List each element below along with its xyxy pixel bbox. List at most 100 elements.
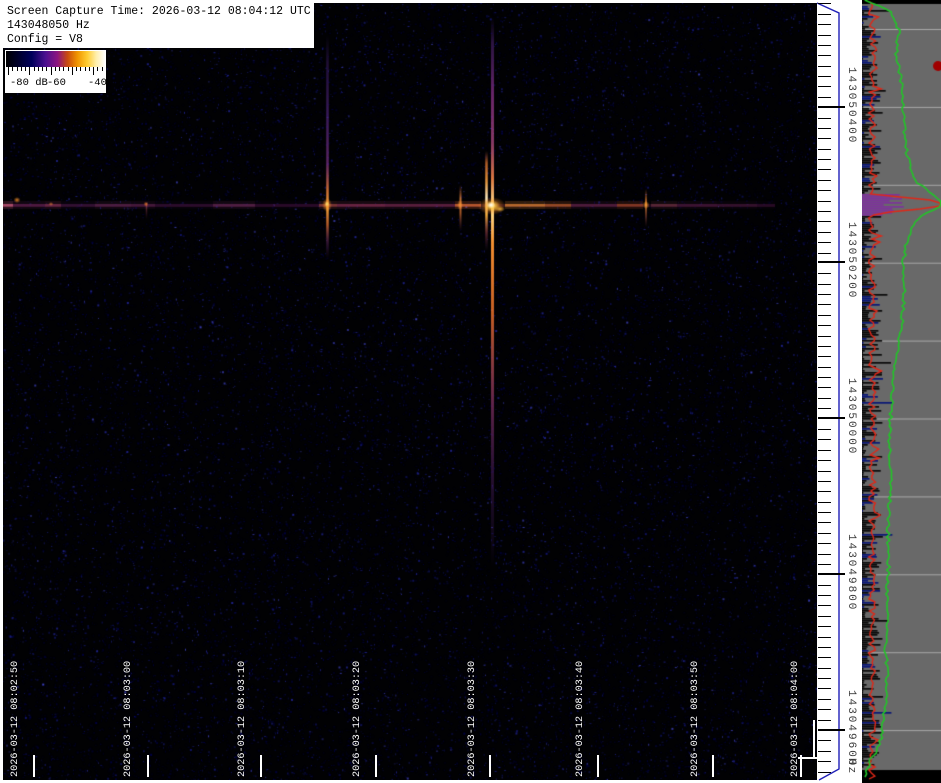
frequency-minor-tick	[818, 3, 831, 5]
colorbar-tick	[46, 67, 48, 71]
frequency-minor-tick	[818, 44, 831, 46]
config-text: Config = V8	[7, 33, 83, 46]
frequency-minor-tick	[818, 428, 831, 430]
frequency-minor-tick	[818, 460, 831, 462]
frequency-minor-tick	[818, 159, 831, 161]
frequency-minor-tick	[818, 761, 831, 763]
frequency-minor-tick	[818, 470, 831, 472]
frequency-minor-tick	[818, 24, 831, 26]
frequency-minor-tick	[818, 221, 831, 223]
colorbar-tick	[25, 67, 26, 71]
colorbar-tick	[20, 67, 22, 71]
colorbar-tick	[84, 67, 86, 71]
frequency-minor-tick	[818, 65, 831, 67]
colorbar-tick	[42, 67, 43, 71]
frequency-axis-label: 143050000	[845, 378, 857, 456]
frequency-minor-tick	[818, 397, 831, 399]
frequency-minor-tick	[818, 491, 831, 493]
colorbar-tick	[8, 67, 9, 75]
frequency-minor-tick	[818, 211, 831, 212]
frequency-minor-tick	[818, 387, 831, 389]
frequency-minor-tick	[818, 86, 831, 88]
frequency-minor-tick	[818, 657, 831, 659]
frequency-minor-tick	[818, 408, 831, 410]
frequency-major-tick	[818, 261, 845, 263]
frequency-minor-tick	[818, 96, 831, 98]
frequency-minor-tick	[818, 76, 831, 78]
frequency-minor-tick	[818, 117, 831, 119]
frequency-minor-tick	[818, 200, 831, 202]
frequency-minor-tick	[818, 366, 831, 368]
frequency-minor-tick	[818, 325, 831, 327]
frequency-minor-tick	[818, 294, 831, 296]
colorbar-tick	[76, 67, 77, 71]
frequency-minor-tick	[818, 356, 831, 358]
frequency-minor-tick	[818, 127, 831, 129]
frequency-axis-label: 143050400	[845, 67, 857, 145]
frequency-minor-tick	[818, 242, 831, 244]
frequency-minor-tick	[818, 314, 831, 316]
frequency-minor-tick	[818, 595, 831, 597]
frequency-major-tick	[818, 573, 845, 575]
frequency-minor-tick	[818, 584, 831, 586]
frequency-minor-tick	[818, 13, 831, 15]
frequency-minor-tick	[818, 335, 831, 337]
frequency-unit-label: Hz	[845, 758, 857, 776]
frequency-major-tick	[818, 417, 845, 419]
frequency-minor-tick	[818, 553, 831, 555]
frequency-minor-tick	[818, 34, 831, 36]
spectrogram-capture-screen: 2026-03-12 08:02:50 2026-03-12 08:03:00 20…	[0, 0, 941, 783]
frequency-minor-tick	[818, 626, 831, 628]
frequency-scale: 143050400 143050200 143050000 143049800 1430…	[817, 0, 862, 783]
colorbar-tick	[97, 67, 99, 71]
spectrum-analyzer-panel-canvas	[862, 0, 941, 783]
frequency-minor-tick	[818, 750, 831, 752]
frequency-minor-tick	[818, 179, 831, 181]
colorbar-tick	[50, 67, 52, 75]
colorbar-tick	[37, 67, 39, 71]
frequency-minor-tick	[818, 304, 831, 306]
frequency-minor-tick	[818, 678, 831, 680]
frequency-minor-tick	[818, 190, 831, 192]
waterfall-spectrogram-canvas	[3, 3, 817, 781]
colorbar-tick	[29, 67, 31, 75]
colorbar-tick	[88, 67, 90, 71]
frequency-minor-tick	[818, 231, 831, 233]
frequency-major-tick	[818, 106, 845, 108]
frequency-minor-tick	[818, 252, 831, 254]
frequency-minor-tick	[818, 636, 831, 638]
colorbar-labels: -80 dB -60 -40	[6, 77, 107, 91]
frame-corner-mark-horizontal	[798, 757, 817, 759]
frequency-axis-label: 143049600	[845, 690, 857, 768]
frequency-minor-tick	[818, 719, 831, 721]
frequency-minor-tick	[818, 439, 831, 441]
frequency-major-tick	[818, 729, 845, 731]
frequency-minor-tick	[818, 605, 831, 607]
frequency-minor-tick	[818, 283, 831, 285]
colorbar-tick	[16, 67, 18, 71]
frequency-minor-tick	[818, 169, 831, 171]
frequency-minor-tick	[818, 273, 831, 275]
capture-info-box: Screen Capture Time: 2026-03-12 08:04:12…	[3, 3, 314, 48]
frequency-minor-tick	[818, 522, 831, 524]
colorbar-tick	[93, 67, 94, 75]
frequency-minor-tick	[818, 698, 831, 700]
colorbar-tick	[63, 67, 65, 71]
colorbar-tick	[12, 67, 14, 71]
frequency-minor-tick	[818, 563, 831, 565]
amplitude-colorbar: -80 dB -60 -40	[5, 50, 107, 93]
frequency-minor-tick	[818, 646, 831, 648]
frequency-minor-tick	[818, 771, 831, 773]
colorbar-gradient	[6, 51, 105, 67]
frequency-minor-tick	[818, 138, 831, 140]
frequency-minor-tick	[818, 688, 831, 690]
colorbar-label-80db: -80 dB	[10, 77, 48, 89]
colorbar-tick	[59, 67, 60, 71]
colorbar-tick	[33, 67, 35, 71]
frame-border-left	[0, 0, 3, 783]
colorbar-tick	[54, 67, 56, 71]
frequency-minor-tick	[818, 377, 831, 379]
frequency-minor-tick	[818, 512, 831, 514]
colorbar-tick	[80, 67, 82, 71]
frequency-minor-tick	[818, 709, 831, 711]
